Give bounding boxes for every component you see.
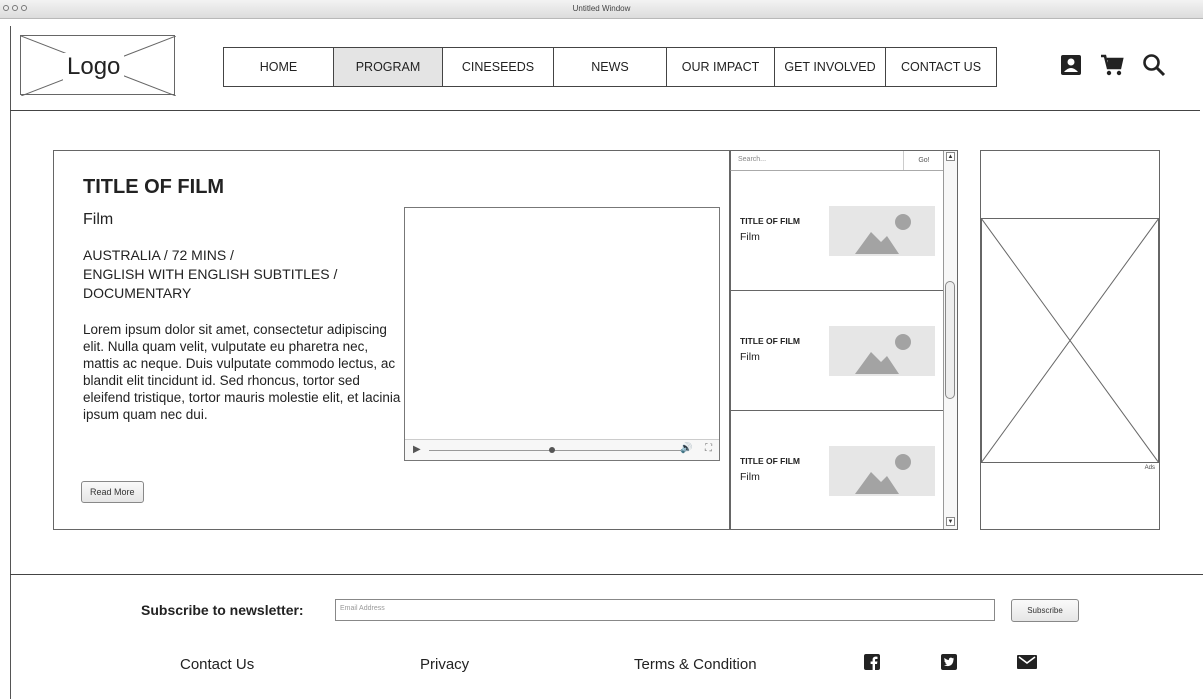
film-description: Lorem ipsum dolor sit amet, consectetur … (83, 322, 401, 422)
account-icon[interactable] (1060, 54, 1082, 76)
cart-icon[interactable] (1100, 53, 1124, 77)
play-icon[interactable]: ▶ (413, 444, 421, 455)
list-item[interactable]: TITLE OF FILM Film (730, 171, 943, 291)
email-field[interactable]: Email Address (335, 599, 995, 621)
video-player[interactable]: ▶ 🔊 ⛶ (404, 207, 720, 461)
logo[interactable]: Logo (20, 35, 176, 96)
nav-our-impact[interactable]: OUR IMPACT (667, 48, 775, 86)
ad-label: Ads (1144, 465, 1155, 471)
footer-link-privacy[interactable]: Privacy (420, 656, 469, 673)
nav-contact-us[interactable]: CONTACT US (886, 48, 996, 86)
video-controls: ▶ 🔊 ⛶ (405, 439, 719, 460)
film-meta-line: DOCUMENTARY (83, 285, 192, 301)
window-titlebar: Untitled Window (0, 0, 1203, 19)
nav-program[interactable]: PROGRAM (334, 48, 443, 86)
twitter-icon[interactable] (941, 654, 957, 670)
list-item-title: TITLE OF FILM (740, 336, 800, 346)
volume-icon[interactable]: 🔊 (680, 443, 692, 454)
film-meta: AUSTRALIA / 72 MINS / ENGLISH WITH ENGLI… (83, 246, 403, 303)
list-item[interactable]: TITLE OF FILM Film (730, 291, 943, 411)
film-search-input[interactable]: Search... (738, 156, 766, 163)
search-icon[interactable] (1142, 53, 1166, 77)
film-detail-panel: TITLE OF FILM Film AUSTRALIA / 72 MINS /… (53, 150, 730, 530)
mail-icon[interactable] (1017, 654, 1037, 670)
scroll-down-icon[interactable]: ▼ (946, 517, 955, 526)
video-progress-knob[interactable] (549, 447, 555, 453)
nav-cineseeds[interactable]: CINESEEDS (443, 48, 554, 86)
newsletter-label: Subscribe to newsletter: (141, 602, 304, 618)
list-item-subtitle: Film (740, 231, 760, 243)
read-more-button[interactable]: Read More (81, 481, 144, 503)
window-title: Untitled Window (572, 4, 631, 13)
nav-news[interactable]: NEWS (554, 48, 667, 86)
image-placeholder-icon (829, 326, 935, 376)
ad-placeholder[interactable]: Ads (980, 150, 1160, 530)
film-search: Search... Go! (730, 151, 943, 171)
nav-home[interactable]: HOME (224, 48, 334, 86)
list-item-subtitle: Film (740, 471, 760, 483)
film-meta-line: ENGLISH WITH ENGLISH SUBTITLES / (83, 266, 338, 282)
film-title: TITLE OF FILM (83, 176, 225, 198)
film-meta-line: AUSTRALIA / 72 MINS / (83, 247, 234, 263)
film-list: Search... Go! TITLE OF FILM Film TITLE O… (730, 150, 958, 530)
film-subtitle: Film (83, 211, 114, 228)
footer-divider (10, 574, 1203, 575)
ad-image-placeholder-icon (981, 218, 1159, 463)
list-item-title: TITLE OF FILM (740, 216, 800, 226)
image-placeholder-icon (829, 206, 935, 256)
main-nav: HOME PROGRAM CINESEEDS NEWS OUR IMPACT G… (223, 47, 997, 87)
video-progress-track[interactable] (429, 450, 689, 451)
film-search-go-button[interactable]: Go! (903, 151, 944, 170)
scrollbar-thumb[interactable] (945, 281, 955, 399)
nav-get-involved[interactable]: GET INVOLVED (775, 48, 886, 86)
page-frame (10, 26, 11, 699)
list-item-title: TITLE OF FILM (740, 456, 800, 466)
footer-link-contact-us[interactable]: Contact Us (180, 656, 254, 673)
facebook-icon[interactable] (864, 654, 880, 670)
header-icons (1060, 53, 1166, 77)
image-placeholder-icon (829, 446, 935, 496)
site-header: Logo HOME PROGRAM CINESEEDS NEWS OUR IMP… (10, 26, 1200, 111)
scroll-up-icon[interactable]: ▲ (946, 152, 955, 161)
footer-link-terms[interactable]: Terms & Condition (634, 656, 757, 673)
subscribe-button[interactable]: Subscribe (1011, 599, 1079, 622)
logo-text: Logo (63, 53, 125, 81)
film-list-scrollbar[interactable]: ▲ ▼ (943, 151, 957, 529)
list-item-subtitle: Film (740, 351, 760, 363)
fullscreen-icon[interactable]: ⛶ (705, 443, 712, 454)
list-item[interactable]: TITLE OF FILM Film (730, 411, 943, 529)
